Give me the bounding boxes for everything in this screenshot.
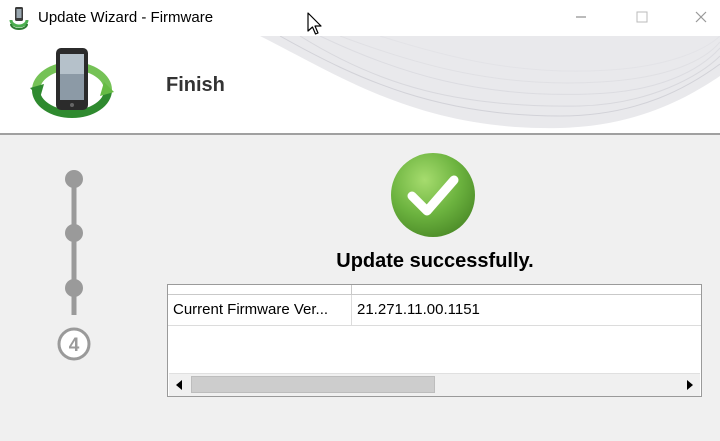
title-bar: Update Wizard - Firmware (0, 0, 720, 36)
step-4-label: 4 (69, 335, 80, 356)
scroll-left-icon (176, 380, 182, 390)
horizontal-scrollbar[interactable] (169, 373, 700, 396)
scroll-left-button[interactable] (169, 374, 189, 396)
maximize-button[interactable] (619, 0, 665, 34)
header-divider (0, 133, 720, 135)
scroll-right-icon (687, 380, 693, 390)
scroll-right-button[interactable] (680, 374, 700, 396)
step-2-dot (65, 224, 83, 242)
close-icon (695, 11, 707, 23)
step-1-dot (65, 170, 83, 188)
step-progress-rail: 4 (57, 170, 91, 361)
window-title: Update Wizard - Firmware (38, 9, 214, 26)
success-checkmark-icon (391, 153, 475, 237)
step-3-dot (65, 279, 83, 297)
table-header (168, 285, 701, 295)
minimize-icon (576, 16, 586, 18)
mouse-cursor-icon (307, 12, 322, 35)
close-button[interactable] (678, 0, 720, 34)
success-message: Update successfully. (336, 250, 534, 272)
phone-sync-icon (30, 48, 114, 118)
page-title: Finish (166, 74, 225, 96)
column-separator[interactable] (351, 285, 352, 294)
cell-firmware-label: Current Firmware Ver... (173, 301, 329, 318)
wizard-header: Finish (0, 36, 720, 134)
minimize-button[interactable] (558, 0, 604, 34)
firmware-info-table: Current Firmware Ver... 21.271.11.00.115… (167, 284, 702, 397)
scroll-thumb[interactable] (191, 376, 435, 393)
app-icon (9, 7, 29, 30)
maximize-icon (636, 11, 648, 23)
table-row[interactable]: Current Firmware Ver... 21.271.11.00.115… (168, 295, 701, 326)
cell-firmware-version: 21.271.11.00.1151 (357, 301, 480, 318)
cell-separator (351, 295, 352, 325)
